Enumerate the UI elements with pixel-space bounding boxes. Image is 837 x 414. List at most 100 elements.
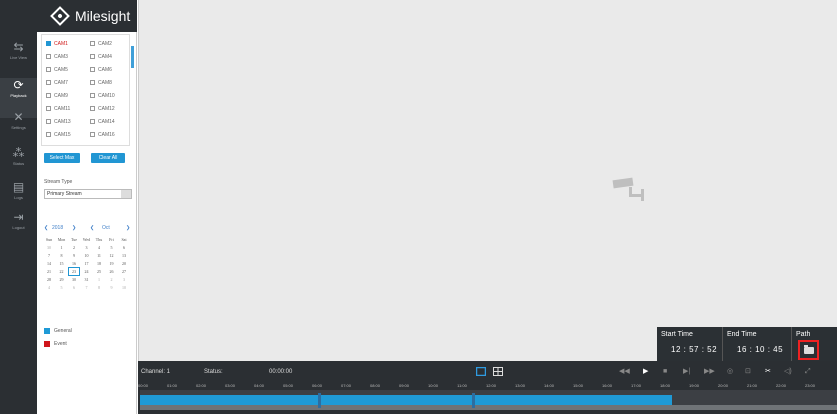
calendar-day[interactable]: 4 bbox=[94, 244, 104, 251]
calendar-day[interactable]: 28 bbox=[44, 276, 54, 283]
end-time-value[interactable]: 16 : 10 : 45 bbox=[737, 345, 783, 355]
calendar-day[interactable]: 11 bbox=[94, 252, 104, 259]
checkbox-icon[interactable] bbox=[90, 119, 95, 125]
camera-checkbox-cam15[interactable]: CAM15 bbox=[46, 130, 71, 141]
video-viewport[interactable] bbox=[138, 0, 837, 361]
checkbox-icon[interactable] bbox=[90, 80, 95, 86]
checkbox-icon[interactable] bbox=[90, 67, 95, 73]
calendar-day[interactable]: 7 bbox=[44, 252, 54, 259]
fast-forward-icon[interactable]: ▶▶ bbox=[704, 367, 715, 377]
timeline-track[interactable] bbox=[140, 390, 837, 410]
calendar-day[interactable]: 3 bbox=[82, 244, 92, 251]
calendar-day[interactable]: 9 bbox=[69, 252, 79, 259]
calendar-day[interactable]: 25 bbox=[94, 268, 104, 275]
quad-layout-icon[interactable] bbox=[493, 367, 503, 376]
scissors-icon[interactable]: ✂ bbox=[765, 367, 771, 377]
checkbox-icon[interactable] bbox=[46, 93, 51, 99]
path-folder-button[interactable] bbox=[798, 340, 819, 360]
clip-start-marker[interactable] bbox=[318, 393, 321, 408]
dropdown-arrow-icon[interactable] bbox=[121, 190, 131, 198]
checkbox-icon[interactable] bbox=[46, 54, 51, 60]
calendar-day[interactable]: 10 bbox=[119, 284, 129, 291]
camera-checkbox-cam11[interactable]: CAM11 bbox=[46, 104, 70, 115]
calendar-day[interactable]: 2 bbox=[69, 244, 79, 251]
checkbox-icon[interactable] bbox=[46, 67, 51, 73]
calendar-day[interactable]: 6 bbox=[69, 284, 79, 291]
calendar-day[interactable]: 15 bbox=[57, 260, 67, 267]
clip-icon[interactable]: ⊡ bbox=[745, 367, 751, 377]
camera-checkbox-cam2[interactable]: CAM2 bbox=[90, 39, 112, 50]
calendar-day[interactable]: 6 bbox=[119, 244, 129, 251]
calendar-day[interactable]: 8 bbox=[57, 252, 67, 259]
calendar-day[interactable]: 1 bbox=[57, 244, 67, 251]
camera-checkbox-cam14[interactable]: CAM14 bbox=[90, 117, 115, 128]
start-time-value[interactable]: 12 : 57 : 52 bbox=[671, 345, 717, 355]
next-year-icon[interactable]: ❯ bbox=[72, 224, 76, 233]
checkbox-icon[interactable] bbox=[46, 80, 51, 86]
camera-list-scrollbar[interactable] bbox=[131, 46, 134, 68]
calendar-day[interactable]: 9 bbox=[107, 284, 117, 291]
camera-checkbox-cam12[interactable]: CAM12 bbox=[90, 104, 115, 115]
checkbox-icon[interactable] bbox=[90, 132, 95, 138]
calendar-day[interactable]: 12 bbox=[107, 252, 117, 259]
calendar-day[interactable]: 17 bbox=[82, 260, 92, 267]
camera-checkbox-cam3[interactable]: CAM3 bbox=[46, 52, 68, 63]
nav-item-logout[interactable]: ⇥ Logout bbox=[0, 210, 37, 250]
calendar-day[interactable]: 20 bbox=[119, 260, 129, 267]
camera-checkbox-cam13[interactable]: CAM13 bbox=[46, 117, 71, 128]
calendar-day[interactable]: 30 bbox=[44, 244, 54, 251]
calendar-day[interactable]: 3 bbox=[119, 276, 129, 283]
calendar-day[interactable]: 5 bbox=[57, 284, 67, 291]
checkbox-icon[interactable] bbox=[46, 132, 51, 138]
nav-item-settings[interactable]: ✕ Settings bbox=[0, 110, 37, 150]
calendar-day[interactable]: 16 bbox=[69, 260, 79, 267]
calendar-day[interactable]: 14 bbox=[44, 260, 54, 267]
play-icon[interactable]: ▶ bbox=[643, 367, 648, 377]
checkbox-icon[interactable] bbox=[46, 41, 51, 47]
camera-checkbox-cam6[interactable]: CAM6 bbox=[90, 65, 112, 76]
calendar-day[interactable]: 26 bbox=[107, 268, 117, 275]
camera-checkbox-cam7[interactable]: CAM7 bbox=[46, 78, 68, 89]
clear-all-button[interactable]: Clear All bbox=[91, 153, 125, 163]
calendar-day[interactable]: 24 bbox=[82, 268, 92, 275]
calendar-day[interactable]: 8 bbox=[94, 284, 104, 291]
step-forward-icon[interactable]: ▶| bbox=[683, 367, 690, 377]
volume-icon[interactable]: ◁) bbox=[784, 367, 792, 377]
camera-checkbox-cam1[interactable]: CAM1 bbox=[46, 39, 68, 50]
calendar-day[interactable]: 31 bbox=[82, 276, 92, 283]
calendar-day[interactable]: 30 bbox=[69, 276, 79, 283]
calendar-day[interactable]: 19 bbox=[107, 260, 117, 267]
select-max-button[interactable]: Select Max bbox=[44, 153, 80, 163]
calendar-day[interactable]: 29 bbox=[57, 276, 67, 283]
calendar-day[interactable]: 22 bbox=[57, 268, 67, 275]
calendar-day[interactable]: 7 bbox=[82, 284, 92, 291]
calendar-day[interactable]: 18 bbox=[94, 260, 104, 267]
calendar-day[interactable]: 1 bbox=[94, 276, 104, 283]
clip-end-marker[interactable] bbox=[472, 393, 475, 408]
calendar-day[interactable]: 2 bbox=[107, 276, 117, 283]
nav-item-live-view[interactable]: ⇆ Live View bbox=[0, 40, 37, 80]
checkbox-icon[interactable] bbox=[90, 41, 95, 47]
calendar-day[interactable]: 23 bbox=[68, 267, 80, 276]
next-month-icon[interactable]: ❯ bbox=[126, 224, 130, 233]
fullscreen-icon[interactable]: ⤢ bbox=[805, 367, 811, 377]
checkbox-icon[interactable] bbox=[46, 119, 51, 125]
calendar-day[interactable]: 10 bbox=[82, 252, 92, 259]
rewind-icon[interactable]: ◀◀ bbox=[619, 367, 630, 377]
calendar-day[interactable]: 5 bbox=[107, 244, 117, 251]
prev-year-icon[interactable]: ❮ bbox=[44, 224, 48, 233]
calendar-day[interactable]: 21 bbox=[44, 268, 54, 275]
camera-checkbox-cam9[interactable]: CAM9 bbox=[46, 91, 68, 102]
snapshot-icon[interactable]: ◎ bbox=[727, 367, 733, 377]
camera-checkbox-cam4[interactable]: CAM4 bbox=[90, 52, 112, 63]
checkbox-icon[interactable] bbox=[90, 93, 95, 99]
calendar-day[interactable]: 13 bbox=[119, 252, 129, 259]
checkbox-icon[interactable] bbox=[90, 106, 95, 112]
prev-month-icon[interactable]: ❮ bbox=[90, 224, 94, 233]
single-layout-icon[interactable] bbox=[476, 367, 486, 376]
camera-checkbox-cam8[interactable]: CAM8 bbox=[90, 78, 112, 89]
checkbox-icon[interactable] bbox=[90, 54, 95, 60]
stream-type-select[interactable]: Primary Stream bbox=[44, 189, 132, 199]
camera-checkbox-cam5[interactable]: CAM5 bbox=[46, 65, 68, 76]
general-recording-segment[interactable] bbox=[140, 395, 672, 405]
